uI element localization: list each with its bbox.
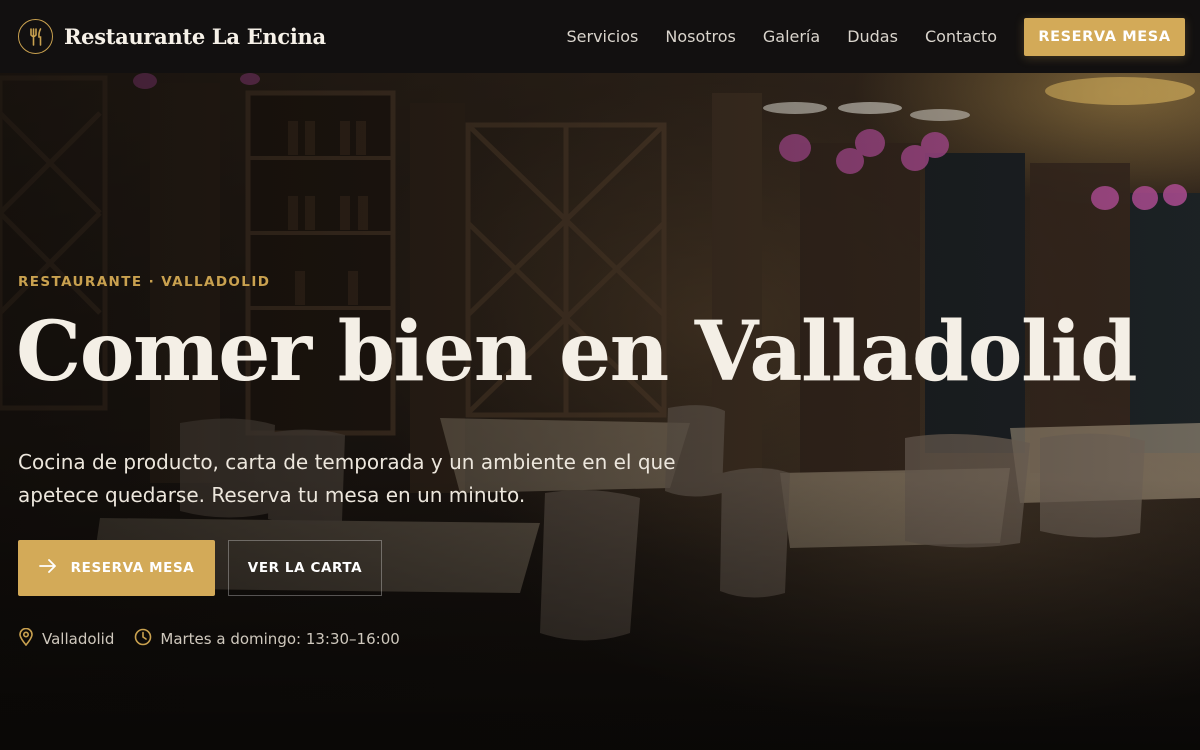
hero-subtitle: Cocina de producto, carta de temporada y… [18,450,676,507]
hero-info-row: Valladolid Martes a domingo: 13:30–16:00 [18,627,420,650]
hero-reserve-label: RESERVA MESA [70,560,195,576]
hero-reserve-button[interactable]: RESERVA MESA [18,540,215,596]
location-info: Valladolid [18,627,115,650]
nav-contacto[interactable]: Contacto [925,27,997,46]
hours-text: Martes a domingo: 13:30–16:00 [160,630,400,648]
brand-logo[interactable]: Restaurante La Encina [18,19,326,54]
hours-info: Martes a domingo: 13:30–16:00 [134,628,400,650]
clock-icon [134,628,152,650]
header-reserve-button[interactable]: RESERVA MESA [1024,17,1185,56]
hero-eyebrow: RESTAURANTE · VALLADOLID [18,274,271,290]
nav-nosotros[interactable]: Nosotros [665,27,736,46]
nav-servicios[interactable]: Servicios [566,27,638,46]
site-header: Restaurante La Encina Servicios Nosotros… [0,0,1200,73]
hero-cta-group: RESERVA MESA VER LA CARTA [18,540,382,596]
location-text: Valladolid [42,630,115,648]
brand-name: Restaurante La Encina [64,24,326,49]
view-menu-button[interactable]: VER LA CARTA [228,540,382,596]
nav-galeria[interactable]: Galería [763,27,820,46]
map-pin-icon [18,627,34,650]
nav-dudas[interactable]: Dudas [847,27,898,46]
main-nav: Servicios Nosotros Galería Dudas Contact… [566,17,1185,56]
arrow-right-icon [38,559,57,577]
fork-knife-icon [18,19,53,54]
hero-headline: Comer bien en Valladolid [16,304,1138,400]
